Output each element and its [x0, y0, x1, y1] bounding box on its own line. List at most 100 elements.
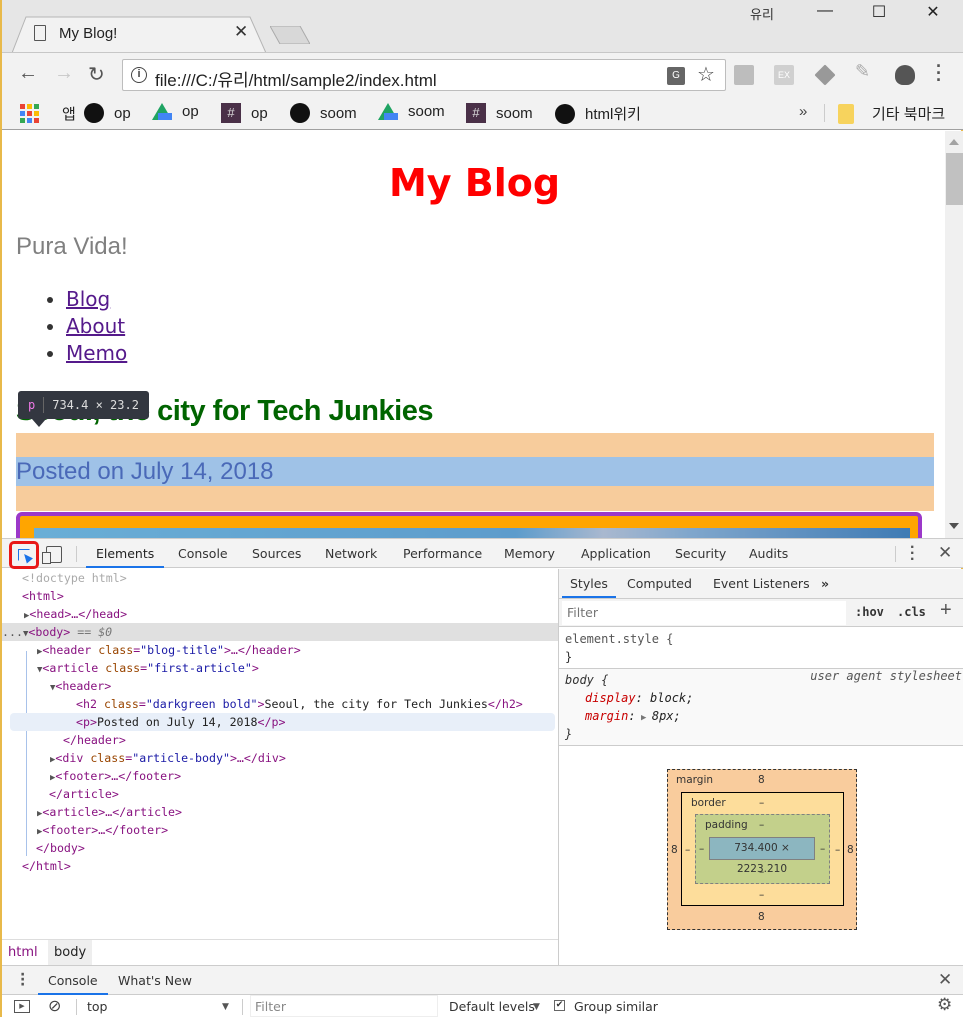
new-tab-button[interactable] [270, 26, 310, 44]
ex-extension-icon[interactable]: EX [774, 65, 794, 85]
bookmark-item[interactable]: # op [221, 103, 268, 123]
dom-node[interactable]: ▶<footer>…</footer> [50, 767, 181, 785]
forward-button[interactable]: → [54, 62, 74, 85]
minimize-button[interactable]: — [802, 2, 848, 20]
log-levels-dropdown[interactable]: Default levels [449, 999, 535, 1014]
dom-node[interactable]: </article> [49, 785, 119, 803]
drawer-close-icon[interactable]: ✕ [938, 970, 952, 990]
bookmark-item[interactable]: # soom [466, 103, 533, 123]
bookmark-item[interactable]: op [152, 103, 199, 120]
context-dropdown-icon[interactable]: ▼ [222, 1002, 229, 1012]
highlighter-icon[interactable]: ✎ [855, 61, 875, 81]
class-toggle-button[interactable]: .cls [897, 605, 926, 619]
more-tabs-button[interactable]: » [821, 569, 829, 598]
tab-console[interactable]: Console [178, 539, 228, 568]
dom-node[interactable]: </header> [63, 731, 126, 749]
context-select[interactable]: top [87, 999, 107, 1014]
dom-node[interactable]: <h2 class="darkgreen bold">Seoul, the ci… [76, 695, 523, 713]
bookmark-item[interactable]: op [84, 103, 131, 123]
tab-audits[interactable]: Audits [749, 539, 788, 568]
bookmark-item[interactable]: html위키 [555, 103, 641, 124]
close-window-button[interactable]: ✕ [910, 2, 956, 22]
page-scrollbar[interactable] [945, 131, 963, 538]
nav-link-blog[interactable]: Blog [66, 287, 110, 311]
bookmark-item[interactable]: soom [378, 103, 445, 120]
dom-node[interactable]: ▶<div class="article-body">…</div> [50, 749, 286, 767]
bookmark-star-icon[interactable]: ☆ [697, 62, 715, 87]
dom-node[interactable]: ▼<article class="first-article"> [37, 659, 259, 677]
inspect-element-button[interactable] [9, 541, 39, 569]
group-similar-checkbox[interactable]: ✔ [554, 1000, 565, 1011]
console-sidebar-icon[interactable]: ▶ [14, 1000, 30, 1013]
console-filter-input[interactable]: Filter [250, 995, 438, 1017]
dom-node[interactable]: </html> [22, 857, 71, 875]
margin-top-value[interactable]: 8 [758, 774, 765, 786]
new-style-rule-button[interactable]: + [940, 599, 952, 622]
breadcrumb-body[interactable]: body [48, 940, 93, 965]
bookmark-item[interactable]: soom [290, 103, 357, 123]
scroll-down-arrow[interactable] [949, 523, 959, 529]
scroll-up-arrow[interactable] [949, 139, 959, 145]
dom-node-selected[interactable]: ...▼<body> == $0 [2, 623, 558, 641]
bookmarks-overflow-button[interactable]: » [799, 103, 807, 120]
css-property[interactable]: margin: ▶ 8px; [559, 707, 963, 725]
url-text[interactable]: file:///C:/유리/html/sample2/index.html [155, 66, 437, 91]
instapaper-icon[interactable] [734, 65, 754, 85]
drawer-menu-icon[interactable]: · · · [20, 968, 25, 992]
dom-node[interactable]: ▶<head>…</head> [24, 605, 127, 623]
tab-sources[interactable]: Sources [252, 539, 301, 568]
active-tab[interactable] [12, 16, 266, 53]
layers-icon[interactable] [814, 64, 836, 86]
info-icon[interactable]: i [131, 67, 147, 83]
tab-close-icon[interactable]: ✕ [234, 22, 248, 42]
back-button[interactable]: ← [18, 62, 38, 85]
tab-network[interactable]: Network [325, 539, 377, 568]
console-settings-gear-icon[interactable]: ⚙ [937, 995, 952, 1015]
styles-filter-input[interactable] [562, 601, 846, 625]
reload-button[interactable]: ↻ [88, 62, 105, 87]
hover-state-button[interactable]: :hov [855, 605, 884, 619]
devtools-close-icon[interactable]: ✕ [938, 543, 952, 563]
levels-dropdown-icon[interactable]: ▼ [533, 1002, 540, 1012]
drawer-tab-whats-new[interactable]: What's New [118, 966, 192, 995]
margin-bottom-value[interactable]: 8 [758, 911, 765, 923]
dom-node[interactable]: ▶<article>…</article> [37, 803, 182, 821]
css-property[interactable]: display: block; [559, 689, 963, 707]
bookmark-apps[interactable]: 앱 [20, 103, 76, 124]
clear-console-icon[interactable]: ⊘ [48, 996, 61, 1015]
device-toolbar-icon[interactable] [42, 546, 62, 564]
tab-computed[interactable]: Computed [627, 569, 692, 598]
expand-triangle-icon[interactable]: ▶ [636, 713, 652, 723]
tab-memory[interactable]: Memory [504, 539, 555, 568]
dom-node[interactable]: ▼<header> [50, 677, 111, 695]
profile-name[interactable]: 유리 [750, 4, 774, 23]
breadcrumb-html[interactable]: html [8, 940, 38, 965]
tab-styles[interactable]: Styles [562, 569, 616, 598]
drawer-tab-console[interactable]: Console [38, 966, 108, 995]
dom-node[interactable]: </body> [36, 839, 85, 857]
scroll-thumb[interactable] [946, 153, 963, 205]
margin-left-value[interactable]: 8 [671, 844, 678, 856]
devtools-menu-icon[interactable]: · · · [910, 540, 915, 568]
dom-node-hovered[interactable]: <p>Posted on July 14, 2018</p> [10, 713, 555, 731]
box-model-padding[interactable]: padding – – – – 734.400 × 2223.210 [695, 814, 830, 884]
dom-node[interactable]: <html> [22, 587, 64, 605]
box-model-content[interactable]: 734.400 × 2223.210 [709, 837, 815, 875]
tab-application[interactable]: Application [581, 539, 651, 568]
box-model-border[interactable]: border – – – – padding – – – – 734.400 ×… [681, 792, 844, 906]
dom-node[interactable]: ▶<footer>…</footer> [37, 821, 168, 839]
box-model-margin[interactable]: margin 8 8 8 8 border – – – – padding – … [667, 769, 857, 930]
tab-event-listeners[interactable]: Event Listeners [713, 569, 810, 598]
nav-link-memo[interactable]: Memo [66, 341, 127, 365]
tab-performance[interactable]: Performance [403, 539, 482, 568]
evernote-icon[interactable] [895, 65, 915, 85]
chrome-menu-icon[interactable]: · · · [936, 57, 942, 89]
dom-node[interactable]: ▶<header class="blog-title">…</header> [37, 641, 301, 659]
nav-link-about[interactable]: About [66, 314, 125, 338]
tab-security[interactable]: Security [675, 539, 726, 568]
other-bookmarks[interactable]: 기타 북마크 [838, 103, 945, 124]
translate-icon[interactable]: G [667, 67, 685, 85]
margin-right-value[interactable]: 8 [847, 844, 854, 856]
maximize-button[interactable]: ☐ [856, 2, 902, 22]
address-bar[interactable]: i file:///C:/유리/html/sample2/index.html … [122, 59, 726, 91]
